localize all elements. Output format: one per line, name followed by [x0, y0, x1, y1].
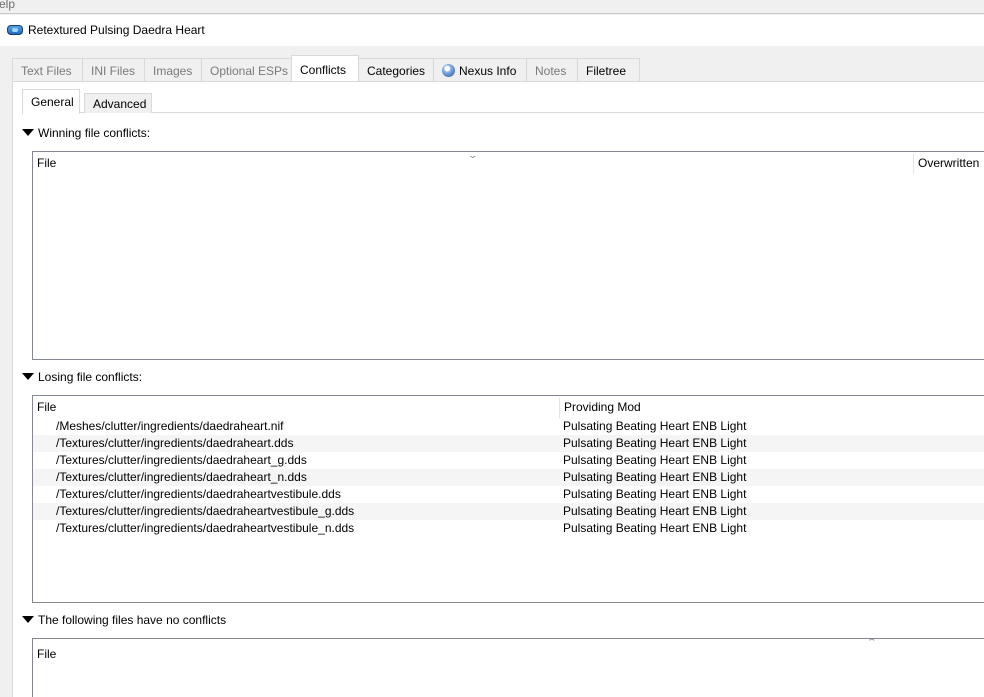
tab-text-files[interactable]: Text Files: [12, 58, 83, 81]
tab-images[interactable]: Images: [144, 58, 202, 81]
providing-mod: Pulsating Beating Heart ENB Light: [563, 453, 747, 467]
menu-bar: elp: [0, 0, 984, 13]
winning-conflicts-label: Winning file conflicts:: [38, 126, 151, 140]
tab-filetree[interactable]: Filetree: [577, 58, 640, 81]
losing-conflicts-label: Losing file conflicts:: [38, 370, 143, 384]
menu-item-help[interactable]: elp: [0, 0, 15, 11]
list-header: File Providing Mod: [33, 396, 984, 418]
file-path: /Textures/clutter/ingredients/daedrahear…: [56, 487, 341, 501]
list-header: File ⌄ Overwritten: [33, 152, 984, 174]
table-row[interactable]: /Textures/clutter/ingredients/daedrahear…: [33, 469, 984, 486]
subtab-label: General: [31, 95, 74, 109]
main-tab-bar: Text Files INI Files Images Optional ESP…: [12, 55, 984, 82]
tab-label: Notes: [535, 64, 567, 78]
file-path: /Textures/clutter/ingredients/daedrahear…: [56, 521, 355, 535]
tab-label: Optional ESPs: [210, 64, 289, 78]
table-row[interactable]: /Textures/clutter/ingredients/daedrahear…: [33, 486, 984, 503]
title-bar: Retextured Pulsing Daedra Heart: [0, 15, 984, 46]
tab-label: Text Files: [21, 64, 72, 78]
table-row[interactable]: /Textures/clutter/ingredients/daedrahear…: [33, 435, 984, 452]
tab-nexus-info[interactable]: Nexus Info: [433, 58, 527, 81]
providing-mod: Pulsating Beating Heart ENB Light: [563, 419, 747, 433]
globe-icon: [442, 64, 455, 77]
collapse-triangle-icon: [22, 373, 34, 380]
mod-info-window: Retextured Pulsing Daedra Heart Text Fil…: [0, 13, 984, 697]
providing-mod: Pulsating Beating Heart ENB Light: [563, 487, 747, 501]
sort-descending-icon: ⌄: [467, 151, 479, 160]
tab-conflicts[interactable]: Conflicts: [291, 55, 359, 82]
column-header-file[interactable]: File: [33, 396, 56, 418]
table-row[interactable]: /Textures/clutter/ingredients/daedrahear…: [33, 452, 984, 469]
tab-ini-files[interactable]: INI Files: [82, 58, 145, 81]
subtab-advanced[interactable]: Advanced: [84, 93, 152, 113]
tab-label: Images: [153, 64, 193, 78]
providing-mod: Pulsating Beating Heart ENB Light: [563, 521, 747, 535]
column-header-providing-mod[interactable]: Providing Mod: [560, 396, 641, 418]
no-conflicts-label: The following files have no conflicts: [38, 613, 227, 627]
column-header-file[interactable]: File: [33, 152, 56, 174]
table-row[interactable]: /Textures/clutter/ingredients/daedrahear…: [33, 520, 984, 537]
winning-conflicts-toggle[interactable]: Winning file conflicts:: [22, 126, 150, 140]
list-header: File ⌃: [33, 639, 984, 665]
conflicts-sub-tab-bar: General Advanced: [22, 89, 984, 114]
window-title: Retextured Pulsing Daedra Heart: [28, 23, 205, 37]
file-path: /Meshes/clutter/ingredients/daedraheart.…: [56, 419, 284, 433]
no-conflicts-toggle[interactable]: The following files have no conflicts: [22, 613, 226, 627]
tab-label: Categories: [367, 64, 426, 78]
winning-conflicts-list[interactable]: File ⌄ Overwritten: [32, 151, 984, 360]
no-conflicts-list[interactable]: File ⌃: [32, 638, 984, 697]
tab-categories[interactable]: Categories: [358, 58, 434, 81]
tab-label: Conflicts: [300, 63, 347, 77]
file-path: /Textures/clutter/ingredients/daedrahear…: [56, 504, 355, 518]
mod-organizer-icon: [7, 25, 23, 35]
subtab-label: Advanced: [93, 97, 147, 111]
tab-optional-esps[interactable]: Optional ESPs: [201, 58, 292, 81]
column-header-file[interactable]: File: [33, 643, 56, 665]
providing-mod: Pulsating Beating Heart ENB Light: [563, 470, 747, 484]
tab-notes[interactable]: Notes: [526, 58, 578, 81]
losing-conflicts-toggle[interactable]: Losing file conflicts:: [22, 370, 142, 384]
file-path: /Textures/clutter/ingredients/daedrahear…: [56, 436, 294, 450]
file-path: /Textures/clutter/ingredients/daedrahear…: [56, 470, 307, 484]
table-row[interactable]: /Textures/clutter/ingredients/daedrahear…: [33, 503, 984, 520]
file-path: /Textures/clutter/ingredients/daedrahear…: [56, 453, 307, 467]
losing-conflicts-rows: /Meshes/clutter/ingredients/daedraheart.…: [33, 418, 984, 537]
collapse-triangle-icon: [22, 616, 34, 623]
providing-mod: Pulsating Beating Heart ENB Light: [563, 504, 747, 518]
column-header-overwritten[interactable]: Overwritten: [914, 152, 979, 174]
losing-conflicts-list[interactable]: File Providing Mod /Meshes/clutter/ingre…: [32, 395, 984, 603]
sort-ascending-icon: ⌃: [866, 638, 878, 647]
subtab-general[interactable]: General: [22, 89, 80, 114]
tab-label: INI Files: [91, 64, 136, 78]
providing-mod: Pulsating Beating Heart ENB Light: [563, 436, 747, 450]
tab-label: Filetree: [586, 64, 627, 78]
tab-label: Nexus Info: [459, 64, 517, 78]
table-row[interactable]: /Meshes/clutter/ingredients/daedraheart.…: [33, 418, 984, 435]
collapse-triangle-icon: [22, 129, 34, 136]
